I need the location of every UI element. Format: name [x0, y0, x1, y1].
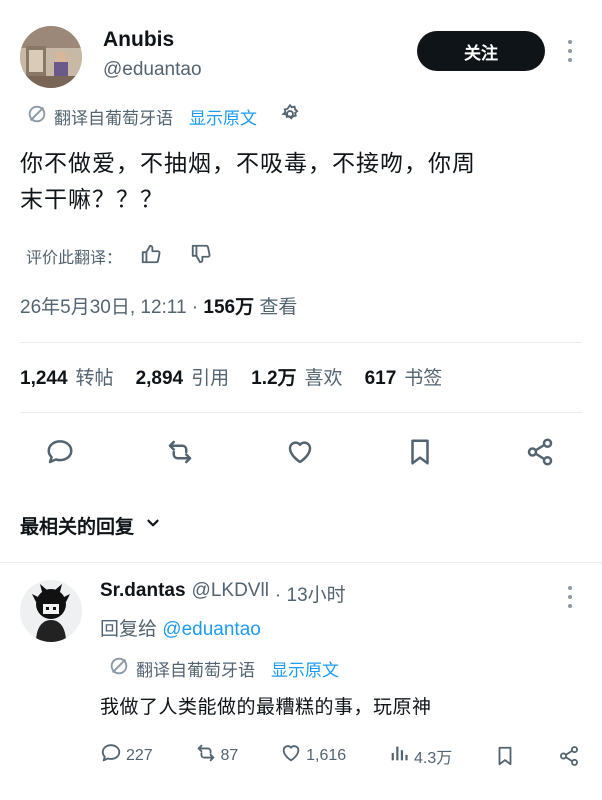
likes-stat[interactable]: 1.2万 喜欢: [251, 363, 342, 390]
replies-section-title: 最相关的回复: [20, 516, 135, 538]
like-icon: [280, 742, 302, 769]
gear-icon[interactable]: [279, 103, 301, 130]
retweet-icon: [195, 742, 217, 769]
quotes-stat[interactable]: 2,894 引用: [136, 363, 230, 390]
reply-author-handle[interactable]: @LKDVll: [192, 580, 269, 607]
reply-icon: [100, 742, 122, 769]
divider: [0, 562, 602, 563]
bookmarks-stat[interactable]: 617 书签: [365, 363, 443, 390]
reply-header: Sr.dantas @LKDVll · 13小时: [100, 580, 346, 607]
reply-text: 我做了人类能做的最糟糕的事，玩原神: [100, 696, 432, 718]
reply-replies-count: 227: [126, 746, 153, 764]
reply-views-button[interactable]: 4.3万: [388, 742, 452, 769]
post-meta: 26年5月30日, 12:11 · 156万 查看: [20, 292, 297, 319]
rate-label: 评价此翻译：: [26, 248, 123, 267]
more-icon[interactable]: [564, 40, 576, 62]
follow-button[interactable]: 关注: [417, 31, 545, 71]
thumbs-up-icon[interactable]: [140, 243, 162, 269]
reply-to-label: 回复给: [100, 619, 158, 640]
post-text: 你不做爱，不抽烟，不吸毒，不接吻，你周 末干嘛？？？: [20, 146, 580, 218]
reply-time[interactable]: · 13小时: [275, 580, 346, 607]
bookmark-icon[interactable]: [494, 745, 516, 767]
reply-to-handle[interactable]: @eduantao: [162, 619, 261, 640]
author-name[interactable]: Anubis: [103, 28, 174, 52]
post-timestamp[interactable]: 26年5月30日, 12:11 ·: [20, 297, 203, 318]
reply-translation-bar: 翻译自葡萄牙语 显示原文: [108, 655, 339, 682]
views-icon: [388, 742, 410, 769]
post-stats: 1,244 转帖 2,894 引用 1.2万 喜欢 617 书签: [20, 363, 442, 390]
like-icon[interactable]: [278, 430, 322, 474]
views-label: 查看: [254, 297, 298, 318]
more-icon[interactable]: [564, 586, 576, 608]
author-avatar[interactable]: [20, 26, 82, 88]
translate-label: 翻译自葡萄牙语: [54, 109, 173, 129]
reply-author-name[interactable]: Sr.dantas: [100, 580, 186, 607]
reply-to-line: 回复给 @eduantao: [100, 614, 261, 641]
reply-retweets-count: 87: [220, 746, 239, 764]
no-translate-icon: [26, 103, 48, 130]
author-handle[interactable]: @eduantao: [103, 59, 202, 81]
translate-label: 翻译自葡萄牙语: [136, 661, 255, 681]
replies-sort-dropdown[interactable]: 最相关的回复: [20, 512, 162, 539]
retweets-stat[interactable]: 1,244 转帖: [20, 363, 114, 390]
retweet-icon[interactable]: [158, 430, 202, 474]
share-icon[interactable]: [518, 430, 562, 474]
reply-like-button[interactable]: 1,616: [280, 742, 346, 769]
thumbs-down-icon[interactable]: [190, 243, 212, 269]
reply-avatar[interactable]: [20, 580, 82, 642]
divider: [20, 412, 582, 413]
post-text-line: 末干嘛？？？: [20, 187, 164, 213]
reply-retweet-button[interactable]: 87: [195, 742, 239, 769]
translation-bar: 翻译自葡萄牙语 显示原文: [26, 103, 301, 130]
no-translate-icon: [108, 655, 130, 682]
views-count: 156万: [203, 297, 255, 318]
chevron-down-icon: [144, 514, 162, 537]
share-icon[interactable]: [558, 745, 580, 767]
reply-views-count: 4.3万: [414, 749, 453, 767]
rate-translation: 评价此翻译：: [26, 243, 212, 269]
post-text-line: 你不做爱，不抽烟，不吸毒，不接吻，你周: [20, 151, 476, 177]
bookmark-icon[interactable]: [398, 430, 442, 474]
reply-icon[interactable]: [38, 430, 82, 474]
divider: [20, 342, 582, 343]
show-original-link[interactable]: 显示原文: [271, 656, 339, 681]
show-original-link[interactable]: 显示原文: [189, 104, 257, 129]
reply-action-bar: 227 87 1,616 4.3万: [100, 742, 580, 769]
reply-likes-count: 1,616: [306, 746, 347, 764]
reply-reply-button[interactable]: 227: [100, 742, 153, 769]
